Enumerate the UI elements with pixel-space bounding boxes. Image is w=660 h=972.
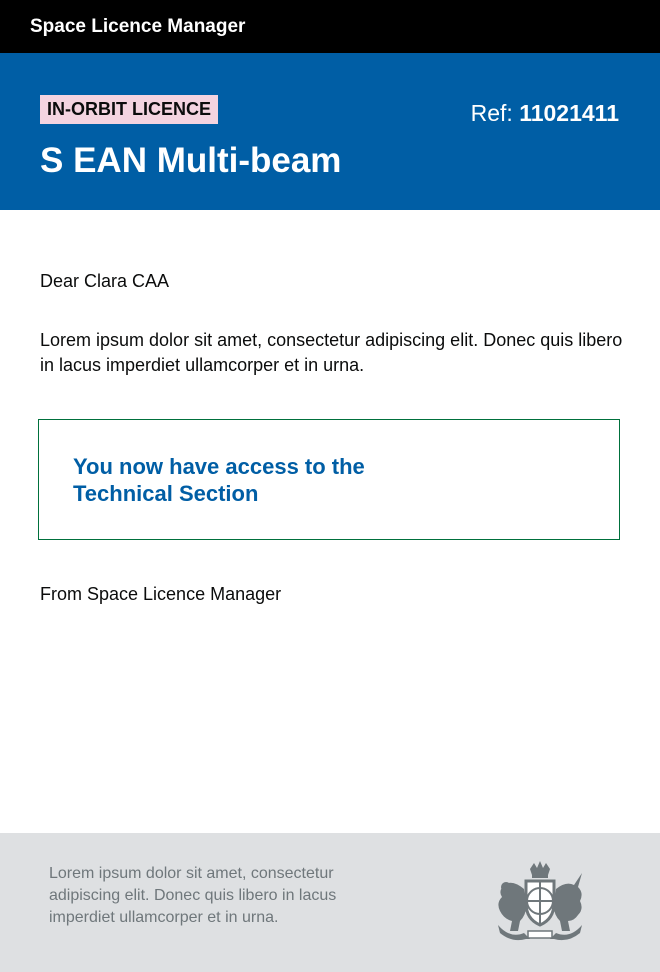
letter-body: Lorem ipsum dolor sit amet, consectetur … <box>40 330 623 375</box>
greeting: Dear Clara CAA <box>40 269 169 294</box>
licence-type-tag: IN-ORBIT LICENCE <box>40 95 218 124</box>
app-title: Space Licence Manager <box>30 16 246 37</box>
licence-name: S EAN Multi-beam <box>40 141 342 180</box>
recipient-name: Clara CAA <box>84 271 170 291</box>
ref-label: Ref: <box>470 100 520 126</box>
footer: Lorem ipsum dolor sit amet, consectetur … <box>0 833 660 972</box>
letter-signoff: From Space Licence Manager <box>40 584 282 604</box>
notification-panel: You now have access to the Technical Sec… <box>38 419 620 540</box>
top-bar: Space Licence Manager <box>0 0 660 53</box>
licence-reference: Ref: 11021411 <box>471 100 619 126</box>
royal-coat-of-arms-icon <box>498 861 582 941</box>
notification-panel-text: You now have access to the Technical Sec… <box>73 454 365 506</box>
licence-banner: IN-ORBIT LICENCE Ref: 11021411 S EAN Mul… <box>0 53 660 210</box>
ref-number: 11021411 <box>519 100 619 126</box>
footer-text: Lorem ipsum dolor sit amet, consectetur … <box>49 865 337 926</box>
greeting-dear: Dear <box>40 271 80 291</box>
